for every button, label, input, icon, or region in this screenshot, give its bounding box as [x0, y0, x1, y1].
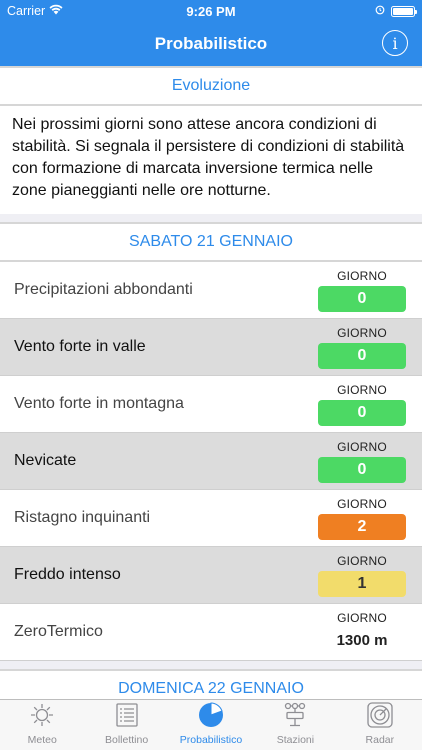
info-icon: i: [392, 33, 398, 53]
risk-badge: 0: [318, 456, 406, 483]
station-icon: [281, 702, 309, 734]
tab-probabilistico[interactable]: Probabilistico: [169, 700, 253, 750]
day-caption: GIORNO: [337, 439, 387, 454]
radar-icon: [366, 702, 394, 734]
alarm-icon: [375, 4, 385, 18]
forecast-row-inquinanti: Ristagno inquinanti GIORNO 2: [0, 490, 422, 547]
row-label: Ristagno inquinanti: [14, 509, 151, 526]
risk-badge: 0: [318, 342, 406, 369]
risk-badge: 0: [318, 399, 406, 426]
evolution-header: Evoluzione: [0, 66, 422, 106]
row-label: Freddo intenso: [14, 566, 121, 583]
row-label: Precipitazioni abbondanti: [14, 281, 193, 298]
day-header-sabato: SABATO 21 GENNAIO: [0, 222, 422, 262]
wifi-icon: [49, 4, 63, 18]
status-time: 9:26 PM: [186, 3, 236, 19]
freezing-level-value: 1300 m: [336, 632, 388, 649]
evolution-text: Nei prossimi giorni sono attese ancora c…: [0, 106, 422, 214]
nav-bar: Probabilistico i: [0, 22, 422, 66]
forecast-row-vento-valle: Vento forte in valle GIORNO 0: [0, 319, 422, 376]
day-caption: GIORNO: [337, 496, 387, 511]
day-caption: GIORNO: [337, 382, 387, 397]
battery-icon: [391, 5, 417, 17]
risk-badge: 0: [318, 285, 406, 312]
forecast-row-precipitazioni: Precipitazioni abbondanti GIORNO 0: [0, 262, 422, 319]
day-caption: GIORNO: [337, 553, 387, 568]
day-caption: GIORNO: [337, 268, 387, 283]
row-label: Vento forte in montagna: [14, 395, 184, 412]
tab-bar: Meteo Bollettino Probabilistico Stazioni…: [0, 699, 422, 750]
pie-chart-icon: [197, 702, 225, 734]
carrier-label: Carrier: [7, 4, 46, 18]
row-label: ZeroTermico: [14, 623, 103, 640]
info-button[interactable]: i: [382, 30, 408, 56]
day-caption: GIORNO: [337, 610, 387, 625]
risk-badge: 1: [318, 570, 406, 597]
tab-bollettino[interactable]: Bollettino: [84, 700, 168, 750]
forecast-row-freddo: Freddo intenso GIORNO 1: [0, 547, 422, 604]
forecast-row-zerotermico: ZeroTermico GIORNO 1300 m: [0, 604, 422, 661]
page-title: Probabilistico: [154, 34, 268, 53]
tab-meteo[interactable]: Meteo: [0, 700, 84, 750]
row-label: Vento forte in valle: [14, 338, 146, 355]
tab-radar[interactable]: Radar: [338, 700, 422, 750]
content-scroll[interactable]: Evoluzione Nei prossimi giorni sono atte…: [0, 66, 422, 700]
status-bar: Carrier 9:26 PM: [0, 0, 422, 22]
sun-icon: [28, 702, 56, 734]
forecast-row-vento-montagna: Vento forte in montagna GIORNO 0: [0, 376, 422, 433]
row-label: Nevicate: [14, 452, 77, 469]
tab-stazioni[interactable]: Stazioni: [253, 700, 337, 750]
forecast-row-nevicate: Nevicate GIORNO 0: [0, 433, 422, 490]
day-header-domenica: DOMENICA 22 GENNAIO: [0, 669, 422, 700]
document-icon: [114, 702, 140, 734]
day-caption: GIORNO: [337, 325, 387, 340]
risk-badge: 2: [318, 513, 406, 540]
